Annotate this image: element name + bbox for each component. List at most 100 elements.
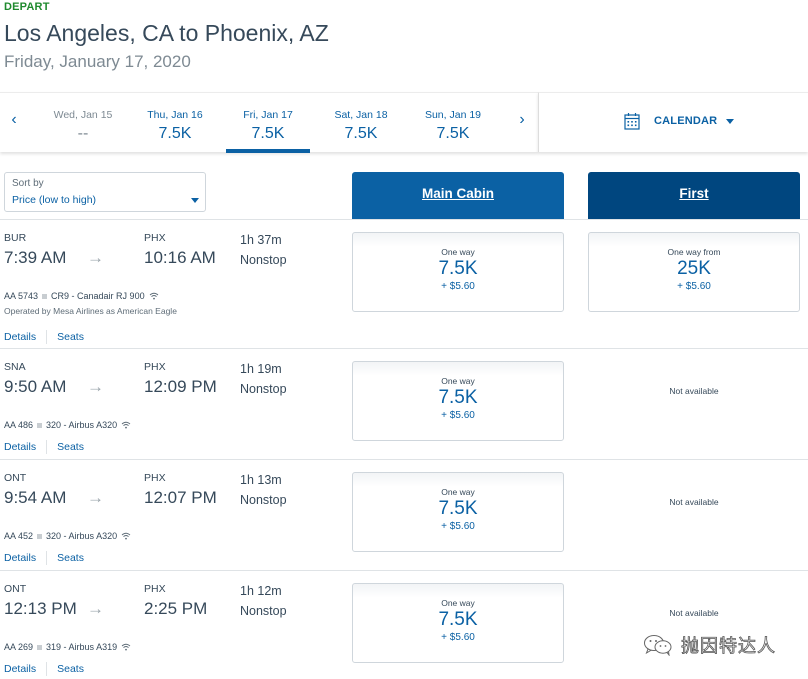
details-link[interactable]: Details <box>4 331 36 343</box>
aircraft-type: 320 - Airbus A320 <box>46 531 118 541</box>
date-option-price: 7.5K <box>344 125 378 142</box>
main-cabin-header[interactable]: Main Cabin <box>352 172 564 220</box>
date-option-selected[interactable]: Fri, Jan 17 7.5K <box>226 93 310 153</box>
fare-taxes: + $5.60 <box>441 632 475 643</box>
depart-label: DEPART <box>4 1 50 13</box>
flight-info: AA 269 319 - Airbus A319 <box>4 642 131 652</box>
date-option-label: Fri, Jan 17 <box>243 109 293 121</box>
flight-duration: 1h 37m <box>240 233 282 247</box>
flight-stops: Nonstop <box>240 253 287 267</box>
depart-time: 7:39 AM <box>4 248 67 267</box>
date-strip: ‹ Wed, Jan 15 -- Thu, Jan 16 7.5K Fri, J… <box>0 92 538 153</box>
wechat-icon <box>644 635 672 656</box>
calendar-label: CALENDAR <box>654 115 718 127</box>
date-option-label: Thu, Jan 16 <box>147 109 203 121</box>
arrive-time: 12:09 PM <box>144 377 217 396</box>
caret-down-icon <box>726 118 735 124</box>
origin-airport: SNA <box>4 361 26 373</box>
link-separator <box>46 330 48 344</box>
operated-by: Operated by Mesa Airlines as American Ea… <box>4 306 177 316</box>
fare-taxes: + $5.60 <box>441 281 475 292</box>
flight-number: AA 452 <box>4 531 34 541</box>
link-separator <box>46 440 48 454</box>
date-option[interactable]: Sun, Jan 19 7.5K <box>411 93 495 153</box>
flight-number: AA 269 <box>4 642 34 652</box>
flight-duration: 1h 13m <box>240 473 282 487</box>
wifi-icon <box>121 643 131 651</box>
main-cabin-link[interactable]: Main Cabin <box>422 186 494 201</box>
flight-duration: 1h 19m <box>240 362 282 376</box>
link-separator <box>46 662 48 676</box>
fare-label: One way <box>441 376 475 386</box>
arrow-right-icon: → <box>87 377 104 396</box>
fare-price: 25K <box>677 258 711 279</box>
depart-time: 9:54 AM <box>4 488 67 507</box>
flight-duration: 1h 12m <box>240 584 282 598</box>
main-cabin-fare[interactable]: One way 7.5K + $5.60 <box>352 583 564 663</box>
fare-price: 7.5K <box>438 258 478 279</box>
flight-number: AA 486 <box>4 420 34 430</box>
flight-info: AA 486 320 - Airbus A320 <box>4 420 131 430</box>
date-option-label: Sun, Jan 19 <box>424 109 482 121</box>
main-cabin-fare[interactable]: One way 7.5K + $5.60 <box>352 232 564 312</box>
date-option-price: -- <box>77 125 89 142</box>
flight-number: AA 5743 <box>4 291 39 301</box>
separator-square <box>37 533 43 539</box>
first-not-available: Not available <box>669 497 719 507</box>
divider <box>0 348 808 349</box>
date-option-price: 7.5K <box>251 125 285 142</box>
watermark-text: 抛因特达人 <box>681 636 776 658</box>
first-cabin-header[interactable]: First <box>588 172 800 220</box>
page-header: DEPART Los Angeles, CA to Phoenix, AZ Fr… <box>4 0 329 72</box>
details-link[interactable]: Details <box>4 441 36 453</box>
fare-label: One way from <box>667 247 721 257</box>
chevron-right-icon[interactable]: › <box>514 111 530 129</box>
depart-time: 9:50 AM <box>4 377 67 396</box>
destination-airport: PHX <box>144 583 166 595</box>
seats-link[interactable]: Seats <box>57 441 84 453</box>
first-cabin-fare[interactable]: One way from 25K + $5.60 <box>588 232 800 312</box>
flight-links: Details Seats <box>4 440 84 454</box>
date-option[interactable]: Sat, Jan 18 7.5K <box>319 93 403 153</box>
seats-link[interactable]: Seats <box>57 663 84 675</box>
calendar-button[interactable]: CALENDAR <box>538 92 808 152</box>
arrow-right-icon: → <box>87 599 104 618</box>
details-link[interactable]: Details <box>4 552 36 564</box>
destination-airport: PHX <box>144 472 166 484</box>
flight-info: AA 452 320 - Airbus A320 <box>4 531 131 541</box>
aircraft-type: 319 - Airbus A319 <box>46 642 118 652</box>
calendar-icon <box>624 113 640 130</box>
arrive-time: 10:16 AM <box>144 248 216 267</box>
arrive-time: 2:25 PM <box>144 599 208 618</box>
divider <box>0 459 808 460</box>
fare-label: One way <box>441 247 475 257</box>
seats-link[interactable]: Seats <box>57 552 84 564</box>
main-cabin-fare[interactable]: One way 7.5K + $5.60 <box>352 472 564 552</box>
wifi-icon <box>121 532 131 540</box>
date-option[interactable]: Wed, Jan 15 -- <box>41 93 125 153</box>
aircraft-type: CR9 - Canadair RJ 900 <box>51 291 145 301</box>
seats-link[interactable]: Seats <box>57 331 84 343</box>
arrow-right-icon: → <box>87 488 104 507</box>
main-cabin-fare[interactable]: One way 7.5K + $5.60 <box>352 361 564 441</box>
chevron-left-icon[interactable]: ‹ <box>6 111 22 129</box>
origin-airport: BUR <box>4 232 27 244</box>
fare-label: One way <box>441 598 475 608</box>
origin-airport: ONT <box>4 472 27 484</box>
fare-taxes: + $5.60 <box>441 410 475 421</box>
caret-down-icon <box>191 198 199 203</box>
details-link[interactable]: Details <box>4 663 36 675</box>
first-cabin-link[interactable]: First <box>679 186 708 201</box>
arrow-right-icon: → <box>87 248 104 267</box>
flight-stops: Nonstop <box>240 604 287 618</box>
calendar-button-content: CALENDAR <box>624 112 735 130</box>
arrive-time: 12:07 PM <box>144 488 217 507</box>
date-option[interactable]: Thu, Jan 16 7.5K <box>133 93 217 153</box>
first-not-available: Not available <box>669 386 719 396</box>
sort-select[interactable]: Sort by Price (low to high) <box>4 172 206 212</box>
flight-links: Details Seats <box>4 330 84 344</box>
fare-price: 7.5K <box>438 498 478 519</box>
date-option-label: Sat, Jan 18 <box>334 109 388 121</box>
fare-price: 7.5K <box>438 387 478 408</box>
fare-taxes: + $5.60 <box>677 281 711 292</box>
